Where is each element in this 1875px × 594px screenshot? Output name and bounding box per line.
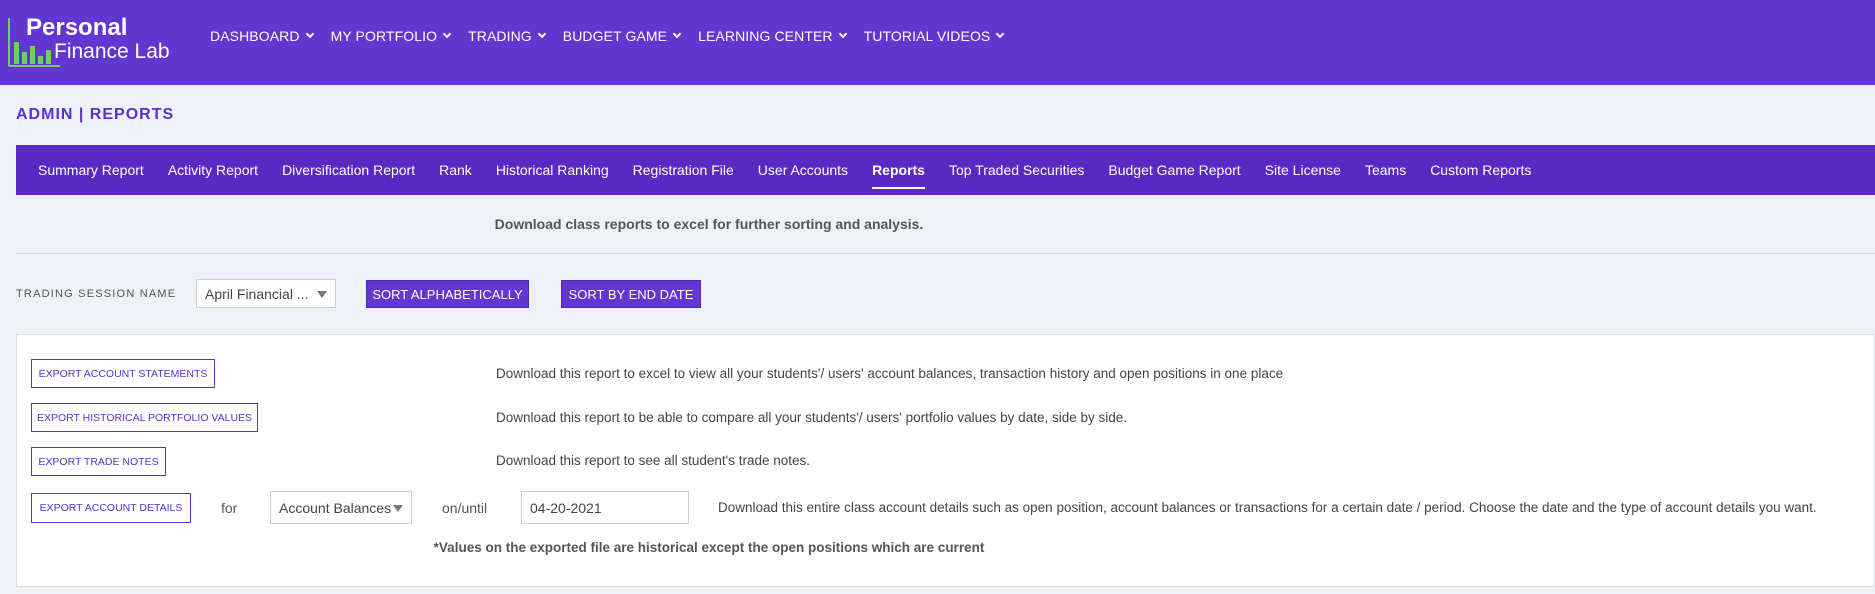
tab-top-traded-securities[interactable]: Top Traded Securities [949,162,1084,178]
nav-budget-game[interactable]: BUDGET GAME [562,28,682,44]
chevron-down-icon [996,29,1005,39]
date-input-value: 04-20-2021 [530,499,602,516]
chevron-down-icon [305,29,314,39]
account-details-date-input[interactable]: 04-20-2021 [521,491,689,524]
sort-by-end-date-button[interactable]: SORT BY END DATE [561,280,701,308]
chevron-down-icon [442,29,452,39]
account-details-desc: Download this entire class account detai… [718,500,1817,515]
nav-label: TRADING [468,28,532,44]
chevron-down-icon [537,29,547,39]
account-details-type-value: Account Balances [279,499,392,516]
nav-label: TUTORIAL VIDEOS [863,28,991,44]
tab-site-license[interactable]: Site License [1265,162,1341,178]
export-trade-notes-button[interactable]: EXPORT TRADE NOTES [31,447,166,476]
tab-registration-file[interactable]: Registration File [633,162,734,178]
nav-label: BUDGET GAME [562,28,668,44]
divider [16,253,1875,254]
nav-trading[interactable]: TRADING [468,28,547,44]
account-statements-desc: Download this report to excel to view al… [496,366,1284,381]
brand-logo[interactable]: Personal Finance Lab [6,10,171,67]
export-account-details-button[interactable]: EXPORT ACCOUNT DETAILS [31,493,191,523]
tab-historical-ranking[interactable]: Historical Ranking [496,162,609,178]
session-name-label: TRADING SESSION NAME [16,288,177,300]
export-account-statements-button[interactable]: EXPORT ACCOUNT STATEMENTS [31,359,215,388]
intro-text: Download class reports to excel for furt… [494,216,924,232]
chevron-down-icon [838,29,847,39]
tab-teams[interactable]: Teams [1365,162,1406,178]
tab-user-accounts[interactable]: User Accounts [758,162,848,178]
tab-budget-game-report[interactable]: Budget Game Report [1108,162,1240,178]
tab-rank[interactable]: Rank [439,162,472,178]
report-tabs: Summary Report Activity Report Diversifi… [16,145,1875,195]
export-historical-values-button[interactable]: EXPORT HISTORICAL PORTFOLIO VALUES [31,403,258,432]
nav-learning-center[interactable]: LEARNING CENTER [698,28,847,44]
for-label: for [221,500,238,516]
session-select-value: April Financial ... [205,285,309,302]
nav-dashboard[interactable]: DASHBOARD [210,28,314,44]
brand-name-line1: Personal [26,14,128,41]
nav-label: LEARNING CENTER [698,28,833,44]
tab-summary-report[interactable]: Summary Report [38,162,144,178]
main-nav: DASHBOARD MY PORTFOLIO TRADING BUDGET GA… [210,28,1021,44]
dropdown-arrow-icon [317,290,327,298]
chevron-down-icon [672,29,682,39]
tab-diversification-report[interactable]: Diversification Report [282,162,415,178]
tab-reports[interactable]: Reports [872,162,925,189]
top-navbar: Personal Finance Lab DASHBOARD MY PORTFO… [0,0,1875,85]
account-details-type-select[interactable]: Account Balances [270,491,412,524]
sort-alphabetically-button[interactable]: SORT ALPHABETICALLY [366,280,529,308]
footnote: *Values on the exported file are histori… [433,540,985,555]
nav-label: MY PORTFOLIO [330,28,438,44]
nav-label: DASHBOARD [210,28,300,44]
trade-notes-desc: Download this report to see all student'… [496,453,811,468]
tab-custom-reports[interactable]: Custom Reports [1430,162,1531,178]
historical-values-desc: Download this report to be able to compa… [496,410,1127,425]
session-select[interactable]: April Financial ... [196,279,336,308]
tab-activity-report[interactable]: Activity Report [168,162,258,178]
nav-tutorial-videos[interactable]: TUTORIAL VIDEOS [863,28,1005,44]
on-until-label: on/until [442,500,488,516]
dropdown-arrow-icon [393,504,403,512]
page-title: ADMIN | REPORTS [16,106,175,123]
nav-my-portfolio[interactable]: MY PORTFOLIO [330,28,452,44]
brand-name-line2: Finance Lab [54,40,170,63]
